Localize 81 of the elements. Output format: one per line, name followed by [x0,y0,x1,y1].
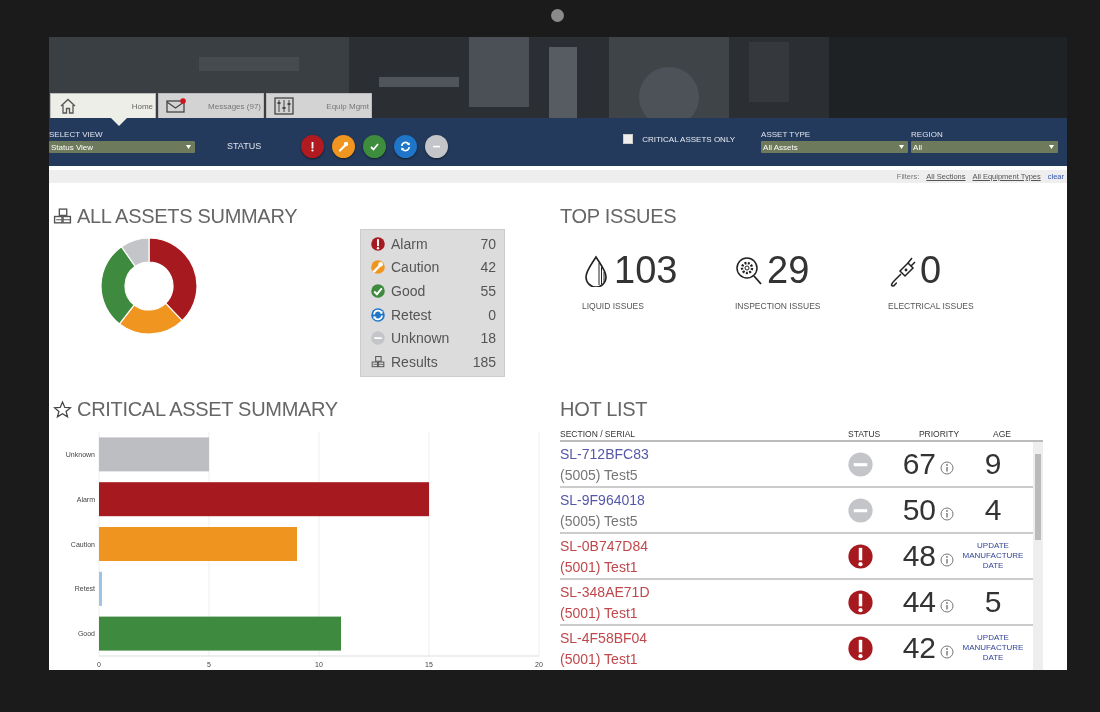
star-icon [53,400,72,419]
caret-icon [186,145,191,149]
update-date-link[interactable]: UPDATE MANUFACTURE DATE [961,541,1025,571]
envelope-icon [165,96,187,116]
legend-count: 18 [480,330,496,347]
camera-icon [551,9,564,22]
legend-count: 70 [480,235,496,252]
serial-link[interactable]: SL-4F58BF04 [560,629,840,646]
info-icon[interactable] [940,507,954,521]
serial-link[interactable]: SL-712BFC83 [560,445,840,462]
serial-link[interactable]: SL-0B747D84 [560,537,840,554]
column-header: PRIORITY [917,429,961,440]
info-icon[interactable] [940,645,954,659]
column-header: STATUS [848,429,882,440]
column-header: SECTION / SERIAL [560,429,637,440]
legend-label: Caution [391,259,441,276]
dropdown[interactable]: Status View [49,141,195,153]
issue-count: 0 [920,249,942,292]
nav-tab[interactable]: Equip Mgmt [266,93,372,118]
scrollbar-thumb[interactable] [1035,454,1041,540]
issue-label: LIQUID ISSUES [582,301,645,311]
section-name: (5001) Test1 [560,558,639,575]
issue-count: 103 [614,249,678,292]
dropdown[interactable]: All [911,141,1059,153]
priority-value: 44 [902,585,936,619]
field-label: SELECT VIEW [49,130,104,139]
status-filter-button[interactable] [425,135,449,158]
sliders-icon [273,96,295,116]
drop-icon [582,254,610,287]
section-name: (5001) Test1 [560,650,639,667]
section-title: TOP ISSUES [560,205,677,228]
wrench-icon [337,140,351,153]
info-icon[interactable] [940,599,954,613]
priority-value: 42 [902,631,936,665]
legend-label: Alarm [391,235,429,252]
boxes-icon [53,207,72,226]
legend-count: 55 [480,283,496,299]
scrollbar[interactable] [1033,442,1043,670]
boxes-icon [371,354,385,369]
checkbox[interactable] [623,134,634,144]
status-label: STATUS [227,141,262,151]
section-name: (5001) Test1 [560,604,639,621]
issue-count: 29 [767,249,810,292]
legend-label: Results [391,353,439,370]
nav-tab[interactable]: Messages (97) [158,93,264,118]
section-title: CRITICAL ASSET SUMMARY [77,398,338,421]
age-value: 5 [983,585,1003,619]
status-filter-button[interactable] [332,135,356,158]
dropdown[interactable]: All Assets [761,141,909,153]
legend-count: 0 [488,306,496,323]
section-title: HOT LIST [560,398,648,421]
priority-value: 67 [902,447,936,481]
column-header: AGE [992,429,1012,440]
status-filter-button[interactable] [363,135,387,158]
issue-label: ELECTRICAL ISSUES [888,301,975,311]
info-icon[interactable] [940,553,954,567]
refresh-icon [399,140,413,153]
serial-link[interactable]: SL-9F964018 [560,491,840,508]
status-filter-button[interactable] [394,135,418,158]
section-name: (5005) Test5 [560,512,639,529]
legend-label: Unknown [391,330,451,347]
field-label: REGION [911,130,944,139]
issue-label: INSPECTION ISSUES [735,301,822,311]
gear-search-icon [735,254,763,287]
checkbox-label: CRITICAL ASSETS ONLY [642,134,736,144]
section-name: (5005) Test5 [560,466,639,483]
section-title: ALL ASSETS SUMMARY [77,205,298,228]
age-value: 4 [983,493,1003,527]
info-icon[interactable] [940,461,954,475]
priority-value: 48 [902,539,936,573]
priority-value: 50 [902,493,936,527]
caret-icon [899,145,905,149]
caret-icon [1049,145,1055,149]
age-value: 9 [983,447,1003,481]
legend-count: 42 [480,259,496,276]
legend-count: 185 [472,353,496,370]
field-label: ASSET TYPE [761,130,812,139]
update-date-link[interactable]: UPDATE MANUFACTURE DATE [961,633,1025,663]
legend-label: Good [391,283,427,299]
serial-link[interactable]: SL-348AE71D [560,583,840,600]
legend-label: Retest [391,306,433,323]
